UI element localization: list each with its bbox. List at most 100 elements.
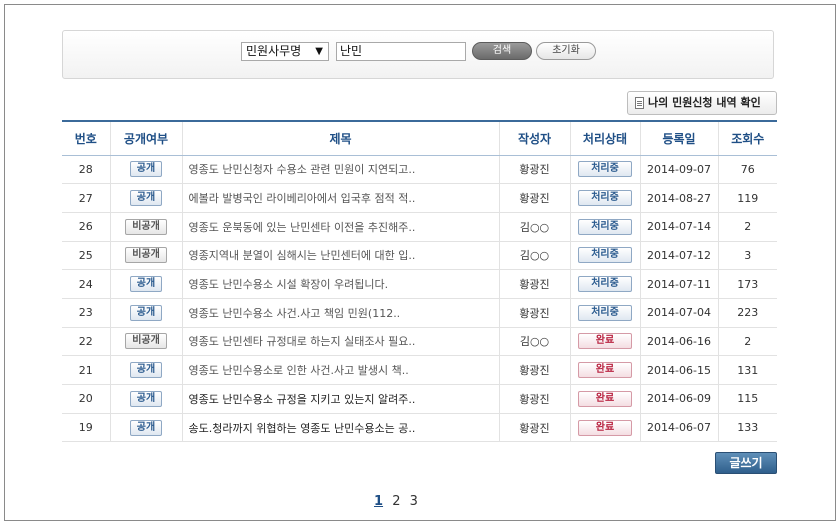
status-badge: 처리중: [578, 218, 632, 235]
table-row[interactable]: 23 공개 영종도 난민수용소 사건.사고 책임 민원(112.. 황광진 처리중 201…: [62, 298, 777, 328]
row-date: 2014-06-16: [639, 327, 718, 357]
row-views: 76: [717, 155, 777, 185]
visibility-badge: 비공개: [125, 218, 167, 235]
row-views: 173: [717, 269, 777, 299]
document-icon: [635, 97, 644, 109]
row-visibility: 공개: [109, 269, 182, 299]
table-header-row: 번호 공개여부 제목 작성자 처리상태 등록일 조회수: [62, 120, 777, 156]
row-date: 2014-07-12: [639, 241, 718, 271]
header-visibility: 공개여부: [109, 120, 182, 156]
search-field-selected: 민원사무명: [246, 44, 302, 58]
row-date: 2014-08-27: [639, 183, 718, 213]
page-link-2[interactable]: 2: [392, 494, 400, 509]
my-requests-button[interactable]: 나의 민원신청 내역 확인: [627, 91, 777, 115]
status-badge: 처리중: [578, 304, 632, 321]
header-author: 작성자: [498, 120, 570, 156]
header-status: 처리상태: [569, 120, 640, 156]
row-status: 처리중: [569, 269, 640, 299]
row-visibility: 공개: [109, 413, 182, 443]
row-status: 처리중: [569, 212, 640, 242]
row-author: 황광진: [498, 155, 570, 185]
row-date: 2014-06-07: [639, 413, 718, 443]
status-badge: 처리중: [578, 247, 632, 264]
visibility-badge: 공개: [129, 419, 163, 436]
write-button[interactable]: 글쓰기: [715, 452, 777, 474]
row-author: 황광진: [498, 413, 570, 443]
table-row[interactable]: 25 비공개 영종지역내 분열이 심해시는 난민센터에 대한 입.. 김○○ 처리중 20…: [62, 241, 777, 271]
row-views: 2: [717, 212, 777, 242]
row-date: 2014-06-15: [639, 355, 718, 385]
row-status: 처리중: [569, 183, 640, 213]
visibility-badge: 공개: [129, 304, 163, 321]
row-date: 2014-07-14: [639, 212, 718, 242]
row-status: 처리중: [569, 155, 640, 185]
search-input[interactable]: 난민: [336, 42, 466, 61]
row-status: 완료: [569, 355, 640, 385]
row-number: 23: [62, 298, 110, 328]
row-title-link[interactable]: 영종도 난민수용소 시설 확장이 우려됩니다.: [181, 269, 499, 299]
row-number: 25: [62, 241, 110, 271]
row-title-link[interactable]: 영종도 난민신청자 수용소 관련 민원이 지연되고..: [181, 155, 499, 185]
row-date: 2014-06-09: [639, 384, 718, 414]
row-author: 황광진: [498, 269, 570, 299]
row-views: 119: [717, 183, 777, 213]
page-link-1[interactable]: 1: [374, 494, 383, 509]
table-row[interactable]: 21 공개 영종도 난민수용소로 인한 사건.사고 발생시 책.. 황광진 완료 2014…: [62, 355, 777, 385]
row-number: 22: [62, 327, 110, 357]
header-date: 등록일: [639, 120, 718, 156]
row-author: 김○○: [498, 241, 570, 271]
row-status: 처리중: [569, 241, 640, 271]
visibility-badge: 공개: [129, 362, 163, 379]
status-badge: 완료: [578, 333, 632, 350]
row-views: 223: [717, 298, 777, 328]
chevron-down-icon: ▼: [315, 46, 323, 57]
status-badge: 처리중: [578, 161, 632, 178]
row-title-link[interactable]: 영종도 운북동에 있는 난민센타 이전을 추진해주..: [181, 212, 499, 242]
search-field-select[interactable]: 민원사무명 ▼: [241, 42, 329, 61]
visibility-badge: 공개: [129, 190, 163, 207]
status-badge: 처리중: [578, 190, 632, 207]
row-author: 황광진: [498, 355, 570, 385]
row-number: 19: [62, 413, 110, 443]
table-row[interactable]: 22 비공개 영종도 난민센타 규정대로 하는지 실태조사 필요.. 김○○ 완료 201…: [62, 327, 777, 357]
row-status: 완료: [569, 384, 640, 414]
row-title-link[interactable]: 영종도 난민센타 규정대로 하는지 실태조사 필요..: [181, 327, 499, 357]
table-row[interactable]: 20 공개 영종도 난민수용소 규정을 지키고 있는지 알려주.. 황광진 완료 2014…: [62, 384, 777, 414]
page-link-3[interactable]: 3: [410, 494, 418, 509]
row-number: 26: [62, 212, 110, 242]
row-visibility: 공개: [109, 183, 182, 213]
row-visibility: 비공개: [109, 212, 182, 242]
table-row[interactable]: 24 공개 영종도 난민수용소 시설 확장이 우려됩니다. 황광진 처리중 2014-07…: [62, 269, 777, 299]
table-row[interactable]: 28 공개 영종도 난민신청자 수용소 관련 민원이 지연되고.. 황광진 처리중 201…: [62, 155, 777, 185]
row-status: 처리중: [569, 298, 640, 328]
row-number: 27: [62, 183, 110, 213]
table-row[interactable]: 27 공개 에볼라 발병국인 라이베리아에서 입국후 점적 적.. 황광진 처리중 201…: [62, 183, 777, 213]
row-title-link[interactable]: 영종도 난민수용소 규정을 지키고 있는지 알려주..: [181, 384, 499, 414]
header-number: 번호: [62, 120, 110, 156]
row-number: 21: [62, 355, 110, 385]
header-title: 제목: [181, 120, 499, 156]
row-title-link[interactable]: 영종도 난민수용소로 인한 사건.사고 발생시 책..: [181, 355, 499, 385]
reset-button[interactable]: 초기화: [536, 42, 596, 60]
row-views: 133: [717, 413, 777, 443]
row-author: 황광진: [498, 183, 570, 213]
row-date: 2014-07-11: [639, 269, 718, 299]
row-title-link[interactable]: 영종지역내 분열이 심해시는 난민센터에 대한 입..: [181, 241, 499, 271]
status-badge: 완료: [578, 390, 632, 407]
row-status: 완료: [569, 327, 640, 357]
request-table: 번호 공개여부 제목 작성자 처리상태 등록일 조회수 28 공개 영종도 난민신청…: [62, 120, 777, 443]
row-visibility: 공개: [109, 155, 182, 185]
table-row[interactable]: 26 비공개 영종도 운북동에 있는 난민센타 이전을 추진해주.. 김○○ 처리중 20…: [62, 212, 777, 242]
visibility-badge: 비공개: [125, 333, 167, 350]
row-title-link[interactable]: 송도.청라까지 위협하는 영종도 난민수용소는 공..: [181, 413, 499, 443]
search-button[interactable]: 검색: [472, 42, 532, 60]
row-visibility: 비공개: [109, 241, 182, 271]
row-views: 3: [717, 241, 777, 271]
table-row[interactable]: 19 공개 송도.청라까지 위협하는 영종도 난민수용소는 공.. 황광진 완료 2014…: [62, 413, 777, 443]
row-title-link[interactable]: 에볼라 발병국인 라이베리아에서 입국후 점적 적..: [181, 183, 499, 213]
row-author: 김○○: [498, 327, 570, 357]
row-number: 28: [62, 155, 110, 185]
row-date: 2014-09-07: [639, 155, 718, 185]
row-author: 김○○: [498, 212, 570, 242]
row-title-link[interactable]: 영종도 난민수용소 사건.사고 책임 민원(112..: [181, 298, 499, 328]
